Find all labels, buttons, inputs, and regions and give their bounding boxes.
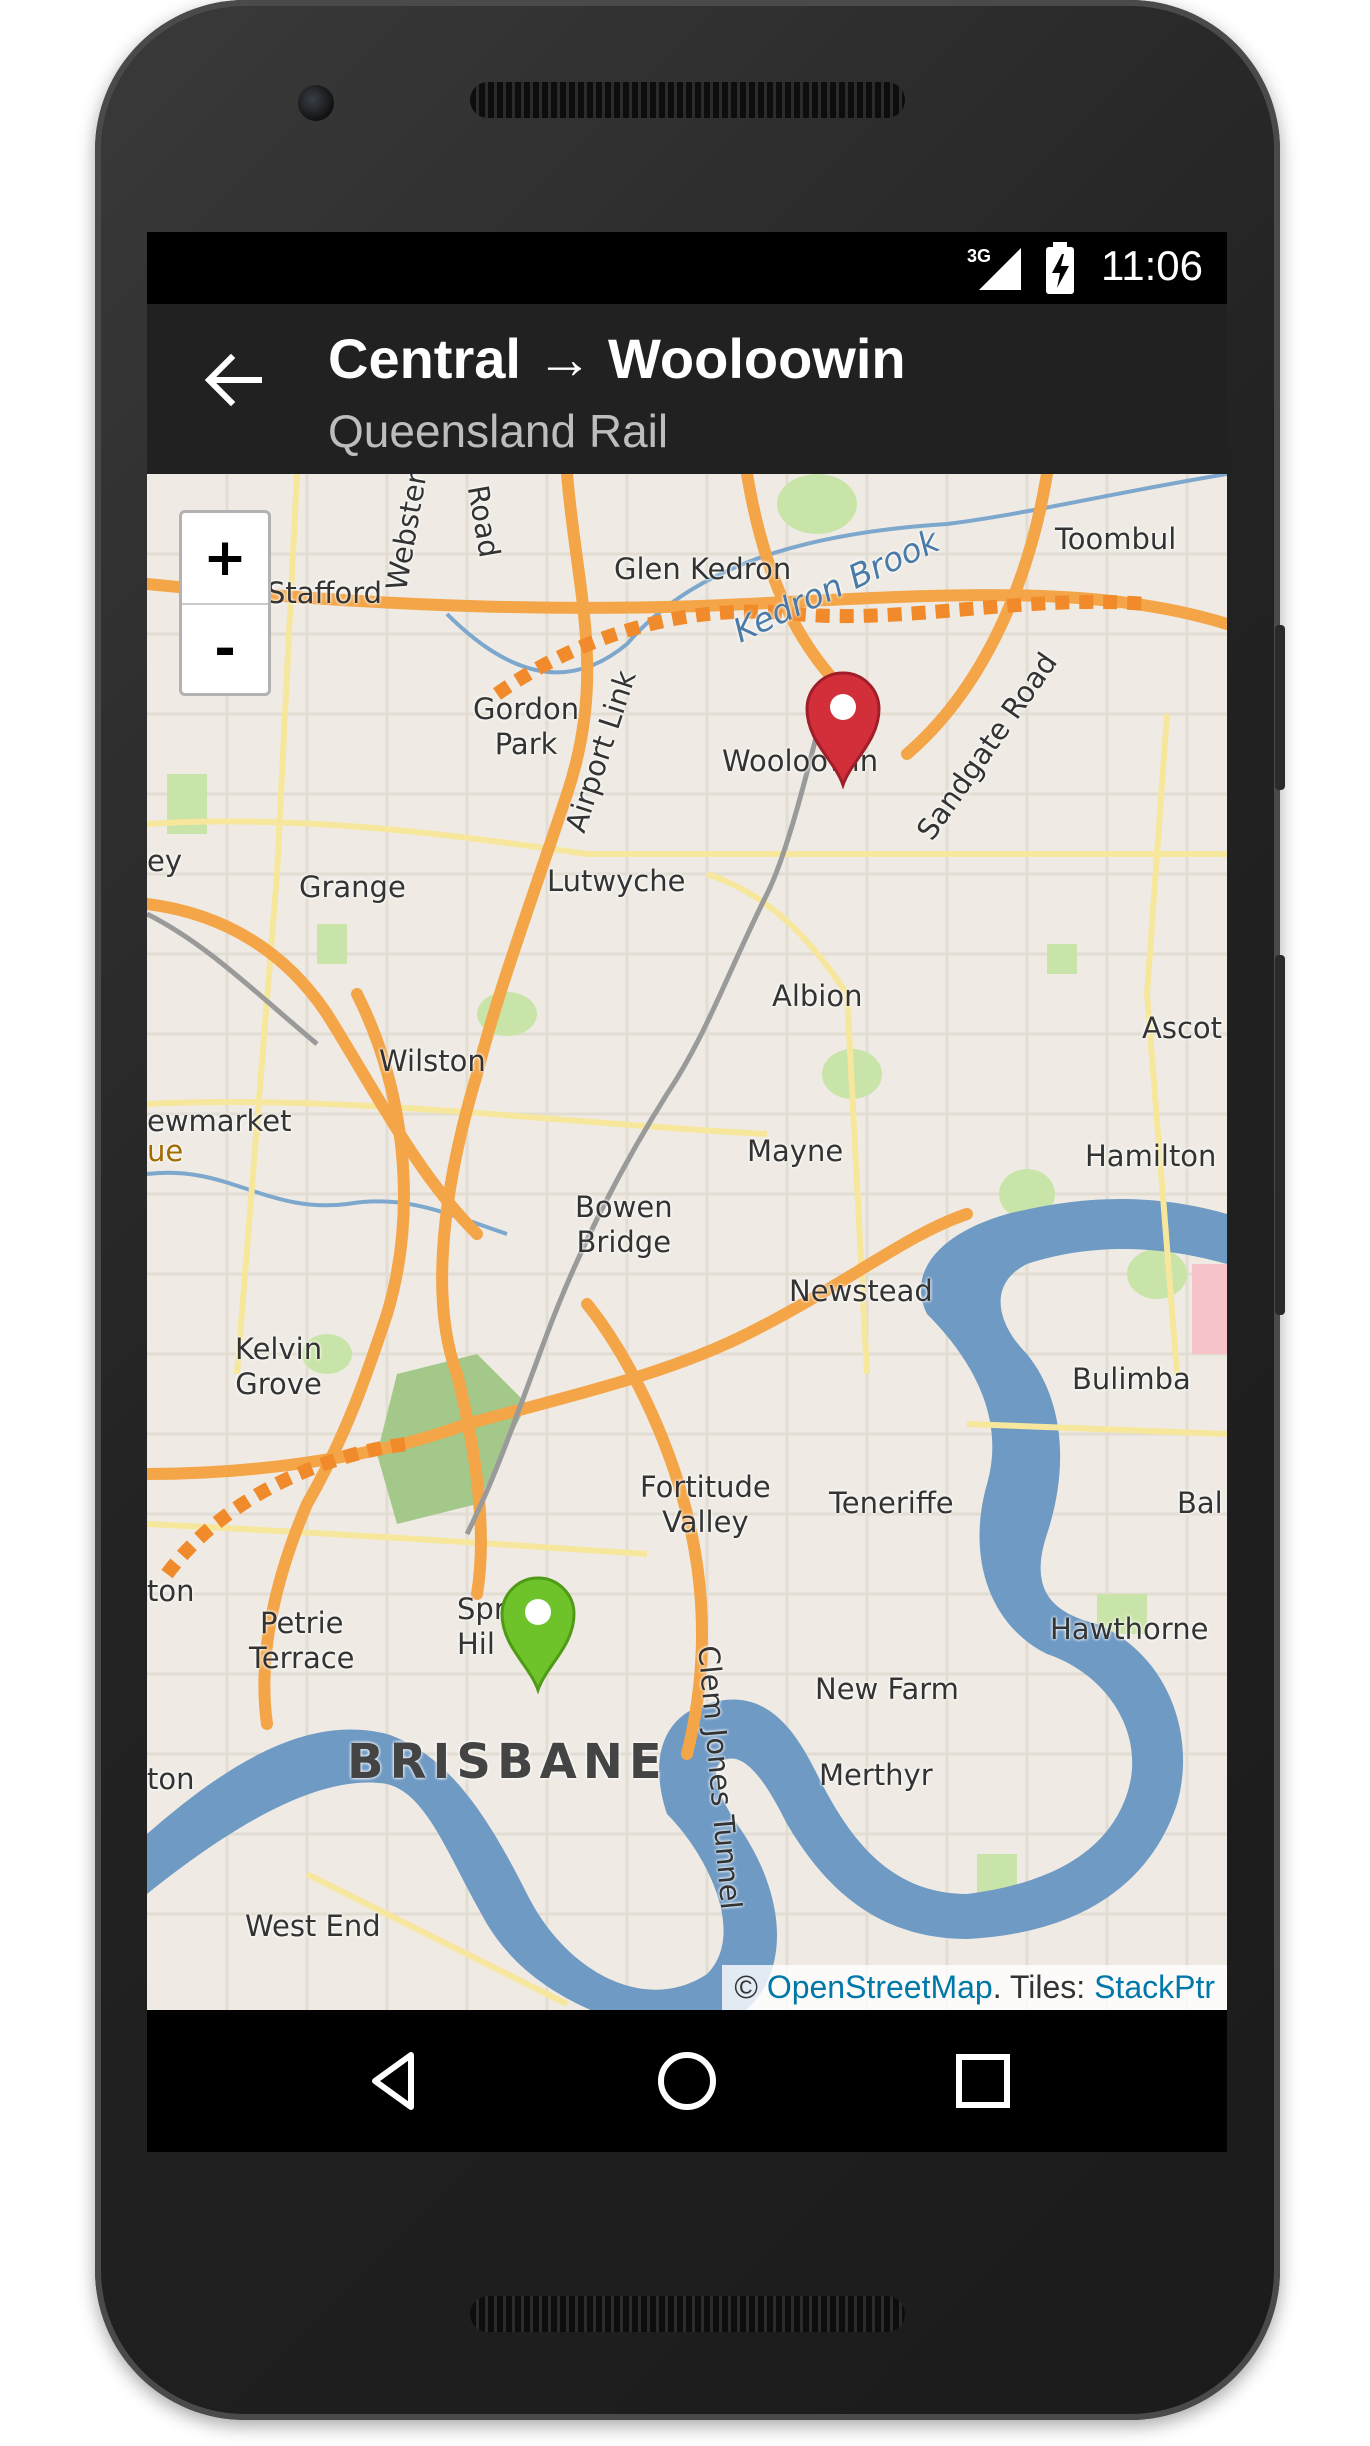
signal-3g-icon: 3G	[967, 246, 1021, 290]
map-label-bulimba: Bulimba	[1072, 1362, 1191, 1396]
map-label-gordon-park: Gordon Park	[473, 692, 580, 761]
map-label-balmoral: Bal	[1177, 1486, 1223, 1520]
operator-subtitle: Queensland Rail	[328, 405, 669, 457]
map-label-grange: Grange	[299, 870, 406, 904]
map-label-new-farm: New Farm	[815, 1672, 959, 1706]
map-label-milton: ton	[147, 1574, 195, 1608]
map-view[interactable]: Toombul Glen Kedron Kedron Brook Staffor…	[147, 474, 1227, 2010]
home-circle-icon[interactable]	[651, 2045, 723, 2117]
map-label-merthyr: Merthyr	[819, 1758, 933, 1792]
map-label-fortitude-valley: Fortitude Valley	[640, 1470, 771, 1539]
map-tiles[interactable]	[147, 474, 1227, 2010]
status-time: 11:06	[1101, 242, 1203, 289]
stackptr-link[interactable]: StackPtr	[1094, 1969, 1215, 2005]
map-label-petrie-terrace: Petrie Terrace	[249, 1606, 355, 1675]
map-label-brisbane: BRISBANE	[347, 1734, 668, 1790]
zoom-out-button[interactable]: -	[182, 604, 268, 694]
map-label-ey: ey	[147, 844, 183, 878]
route-title: Central → Wooloowin	[328, 327, 906, 390]
top-speaker-grille	[470, 82, 905, 118]
power-button	[1275, 625, 1285, 790]
battery-charging-icon	[1046, 242, 1074, 294]
map-label-hawthorne: Hawthorne	[1050, 1612, 1209, 1646]
origin-marker-icon[interactable]	[498, 1574, 578, 1694]
map-label-toombul: Toombul	[1055, 522, 1177, 556]
status-bar: 3G 11:06	[147, 232, 1227, 304]
volume-button	[1275, 955, 1285, 1315]
back-arrow-icon[interactable]	[197, 344, 269, 416]
map-label-stafford: Stafford	[267, 576, 383, 610]
zoom-control: + -	[179, 510, 271, 696]
attribution-middle: . Tiles:	[992, 1969, 1095, 2005]
app-bar: Central → Wooloowin Queensland Rail	[147, 304, 1227, 474]
back-triangle-icon[interactable]	[359, 2045, 431, 2117]
map-label-albion: Albion	[772, 979, 863, 1013]
map-label-ue: ue	[147, 1134, 184, 1168]
map-label-kelvin-grove: Kelvin Grove	[235, 1332, 323, 1401]
recents-square-icon[interactable]	[947, 2045, 1019, 2117]
map-label-toowong: ton	[147, 1762, 195, 1796]
map-label-west-end: West End	[245, 1909, 381, 1943]
map-attribution: © OpenStreetMap. Tiles: StackPtr	[722, 1965, 1227, 2010]
map-label-mayne: Mayne	[747, 1134, 844, 1168]
map-label-wilston: Wilston	[379, 1044, 486, 1078]
navigation-bar	[147, 2010, 1227, 2152]
map-label-glen-kedron: Glen Kedron	[614, 552, 792, 586]
attribution-prefix: ©	[734, 1969, 767, 2005]
map-label-newstead: Newstead	[789, 1274, 933, 1308]
map-label-ascot: Ascot	[1142, 1011, 1223, 1045]
destination-marker-icon[interactable]	[803, 669, 883, 789]
zoom-in-button[interactable]: +	[182, 513, 268, 605]
openstreetmap-link[interactable]: OpenStreetMap	[767, 1969, 993, 2005]
front-camera	[298, 85, 334, 121]
map-label-lutwyche: Lutwyche	[547, 864, 686, 898]
screen: 3G 11:06 Central → Wooloowin Queensland …	[147, 232, 1227, 2152]
network-type-label: 3G	[967, 246, 991, 266]
map-label-bowen-bridge: Bowen Bridge	[575, 1190, 673, 1259]
bottom-speaker-grille	[470, 2296, 905, 2332]
map-label-teneriffe: Teneriffe	[829, 1486, 954, 1520]
map-label-hamilton: Hamilton	[1085, 1139, 1217, 1173]
